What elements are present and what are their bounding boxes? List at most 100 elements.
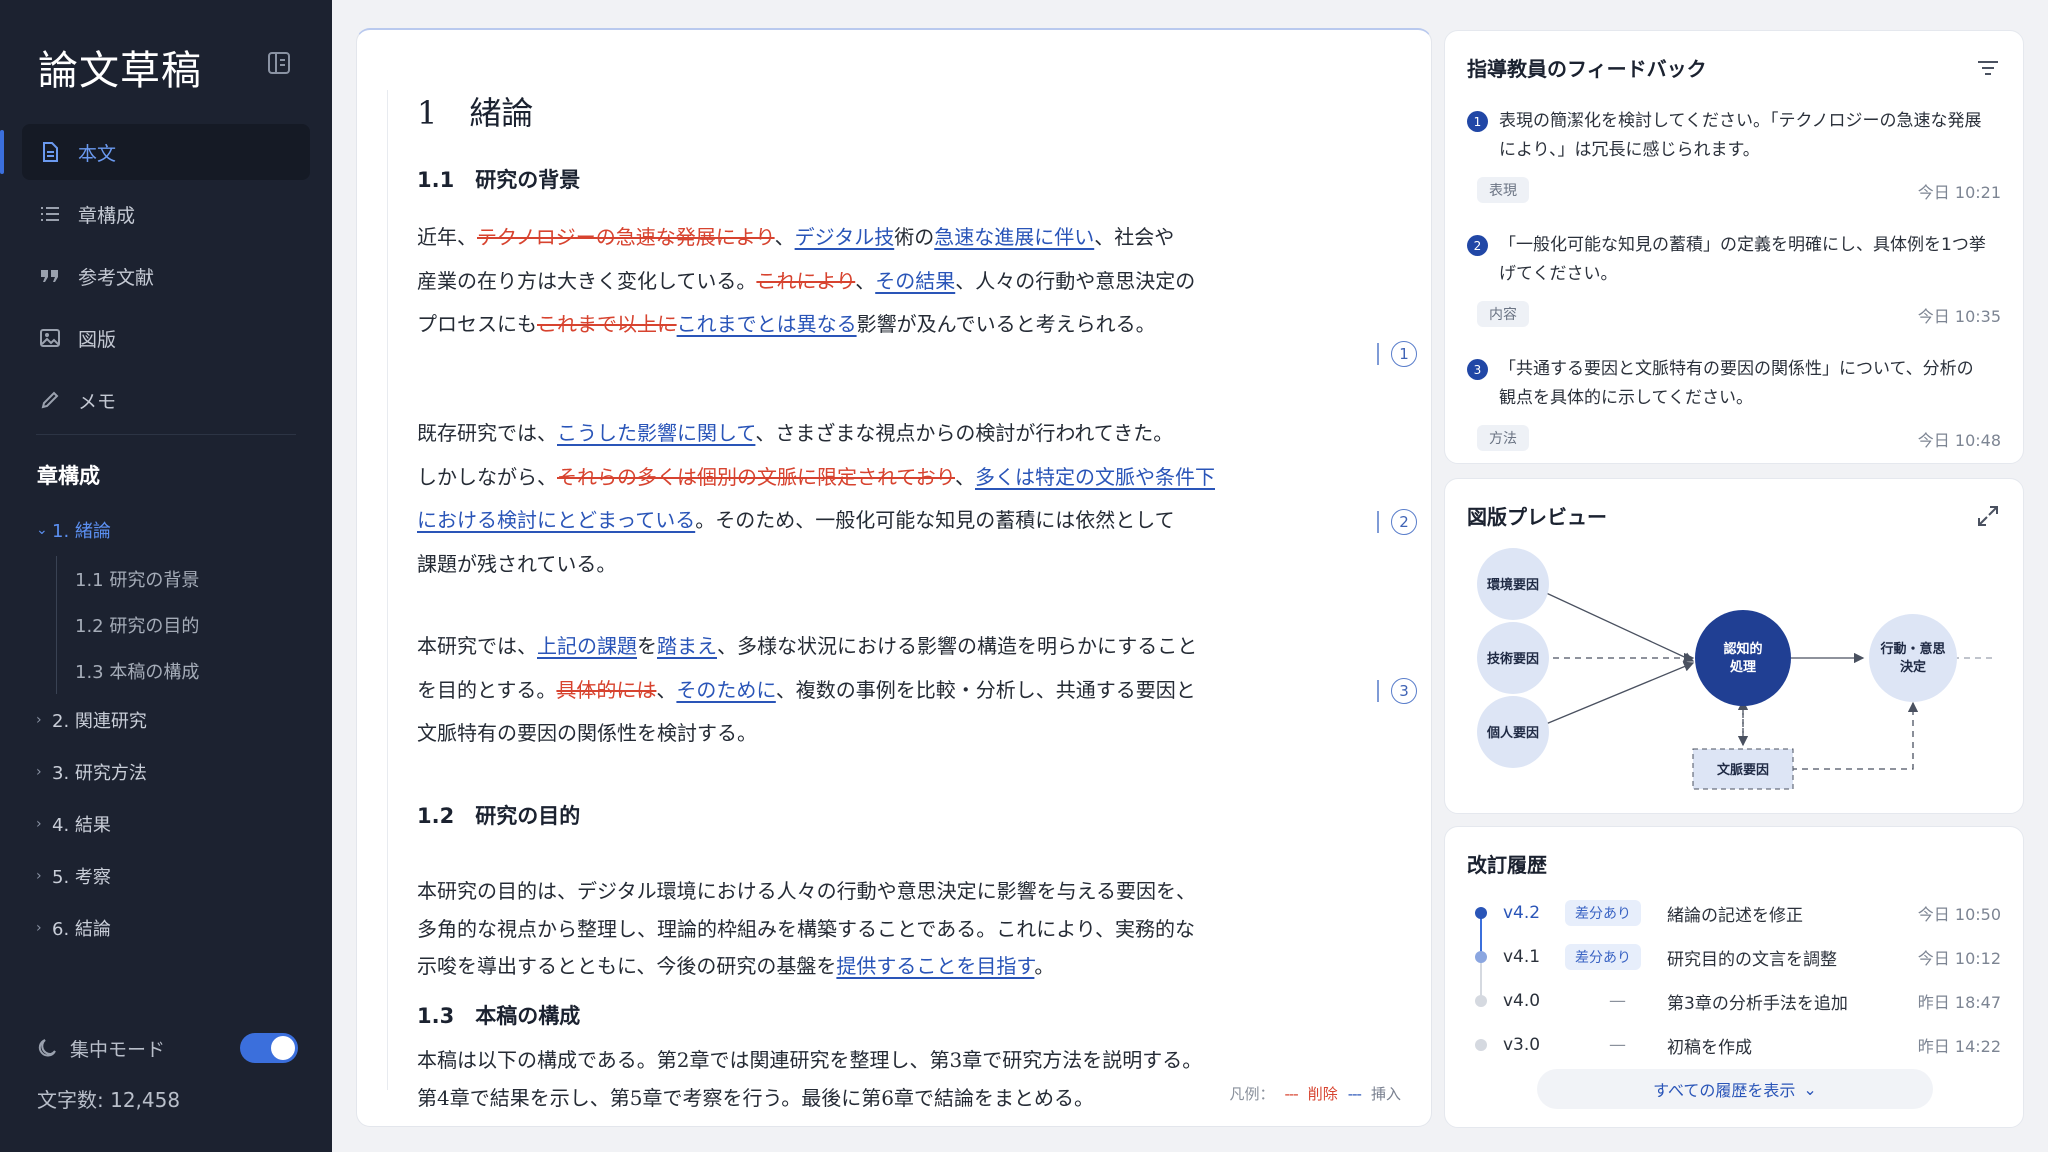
inserted-text[interactable]: デジタル技 [795, 225, 895, 249]
toc-subitem[interactable]: 1.2 研究の目的 [56, 602, 316, 648]
section-heading: 1.1 研究の背景 [417, 168, 581, 192]
revision-description: 初稿を作成 [1667, 1037, 1752, 1058]
figure-diagram[interactable]: 環境要因 技術要因 個人要因 認知的 処理 行動・意思 決定 文脈要因 [1445, 479, 2023, 813]
toc-subitem[interactable]: 1.1 研究の背景 [56, 556, 316, 602]
nav-item-label: 図版 [78, 328, 117, 351]
sidebar: 論文草稿 本文 章構成 参考文献 図版 メモ 章構成 ⌄ 1. 緒論 1.1 研… [0, 0, 332, 1152]
chevron-down-icon: ⌄ [36, 522, 48, 538]
deleted-text[interactable]: テクノロジーの急速な発展により [477, 225, 775, 249]
toc-item-discussion[interactable]: › 5. 考察 [36, 850, 316, 902]
focus-mode-row: 集中モード [36, 1030, 298, 1066]
document-editor[interactable]: 1 緒論 1.1 研究の背景 近年、テクノロジーの急速な発展により、デジタル技術… [356, 28, 1432, 1127]
figure-preview-panel: 図版プレビュー 環境要因 技術要因 個人要因 認知的 処理 行動・意思 決定 文… [1444, 478, 2024, 814]
inserted-text[interactable]: その結果 [875, 269, 955, 293]
deleted-mark: --- [1284, 1084, 1298, 1103]
feedback-item[interactable]: 1 表現の簡潔化を検討してください。「テクノロジーの急速な発展により、」は冗長に… [1467, 107, 2001, 203]
nav-item-memo[interactable]: メモ [22, 372, 310, 428]
collapse-sidebar-icon[interactable] [266, 50, 292, 76]
category-tag: 内容 [1477, 301, 1529, 327]
chevron-right-icon: › [36, 920, 42, 936]
timeline-dot [1475, 907, 1487, 919]
toc-subitem[interactable]: 1.3 本稿の構成 [56, 648, 316, 694]
inserted-text[interactable]: における検討にとどまっている [417, 508, 695, 532]
revision-row[interactable]: v4.2 差分あり 緒論の記述を修正 今日 10:50 [1467, 895, 2001, 931]
revision-version: v4.2 [1503, 903, 1541, 923]
show-all-history-button[interactable]: すべての履歴を表示 ⌄ [1537, 1069, 1933, 1109]
svg-text:処理: 処理 [1729, 659, 1756, 675]
no-diff-mark: — [1609, 1035, 1626, 1055]
revision-row[interactable]: v4.0 — 第3章の分析手法を追加 昨日 18:47 [1467, 983, 2001, 1019]
quote-icon [38, 264, 62, 288]
toc-item-conclusion[interactable]: › 6. 結論 [36, 902, 316, 954]
toc-item-related-work[interactable]: › 2. 関連研究 [36, 694, 316, 746]
char-count: 文字数: 12,458 [37, 1088, 181, 1112]
node-action-decision[interactable]: 行動・意思 決定 [1869, 614, 1957, 702]
revision-row[interactable]: v3.0 — 初稿を作成 昨日 14:22 [1467, 1027, 2001, 1063]
inserted-text[interactable]: 上記の課題 [537, 634, 637, 658]
svg-text:決定: 決定 [1900, 659, 1926, 675]
toc-item-method[interactable]: › 3. 研究方法 [36, 746, 316, 798]
deleted-text[interactable]: それらの多くは個別の文脈に限定されており [557, 465, 955, 489]
toc-item-results[interactable]: › 4. 結果 [36, 798, 316, 850]
revision-row[interactable]: v4.1 差分あり 研究目的の文言を調整 今日 10:12 [1467, 939, 2001, 975]
feedback-marker[interactable]: 2 [1377, 507, 1431, 537]
revision-description: 第3章の分析手法を追加 [1667, 993, 1848, 1014]
feedback-time: 今日 10:48 [1917, 431, 2001, 450]
inserted-text[interactable]: 踏まえ [657, 634, 717, 658]
node-technology[interactable]: 技術要因 [1477, 622, 1549, 694]
inserted-text[interactable]: これまでとは異なる [677, 312, 857, 336]
node-context[interactable]: 文脈要因 [1692, 748, 1794, 790]
toc-label: 4. 結果 [52, 815, 111, 836]
paragraph[interactable]: 本研究では、上記の課題を踏まえ、多様な状況における影響の構造を明らかにすること … [417, 625, 1277, 756]
timeline-dot [1475, 951, 1487, 963]
paragraph[interactable]: 本研究の目的は、デジタル環境における人々の行動や意思決定に影響を与える要因を、 … [417, 873, 1277, 986]
diff-badge[interactable]: 差分あり [1565, 944, 1641, 970]
revision-time: 昨日 14:22 [1917, 1037, 2001, 1056]
revision-description: 緒論の記述を修正 [1667, 905, 1803, 926]
document-icon [38, 140, 62, 164]
panel-title: 指導教員のフィードバック [1467, 57, 1707, 81]
deleted-text[interactable]: 具体的には [556, 678, 656, 702]
feedback-number: 3 [1467, 359, 1488, 380]
inserted-text[interactable]: 急速な進展に伴い [934, 225, 1094, 249]
nav-item-structure[interactable]: 章構成 [22, 186, 310, 242]
feedback-item[interactable]: 3 「共通する要因と文脈特有の要因の関係性」について、分析の観点を具体的に示して… [1467, 355, 2001, 451]
timeline-dot [1475, 995, 1487, 1007]
change-legend: 凡例： --- 削除 --- 挿入 [1229, 1084, 1401, 1104]
paragraph[interactable]: 近年、テクノロジーの急速な発展により、デジタル技術の急速な進展に伴い、社会や 産… [417, 216, 1277, 347]
nav-item-body[interactable]: 本文 [0, 124, 310, 180]
nav-item-figures[interactable]: 図版 [22, 310, 310, 366]
deleted-text[interactable]: これにより [756, 269, 855, 293]
deleted-text[interactable]: これまで以上に [537, 312, 677, 336]
node-personal[interactable]: 個人要因 [1477, 696, 1549, 768]
focus-mode-toggle[interactable] [240, 1033, 298, 1063]
feedback-marker[interactable]: 1 [1377, 339, 1431, 369]
inserted-text[interactable]: 提供することを目指す [836, 954, 1034, 978]
inserted-text[interactable]: 多くは特定の文脈や条件下 [975, 465, 1215, 489]
filter-icon[interactable] [1975, 55, 2001, 81]
toc-item-introduction[interactable]: ⌄ 1. 緒論 [36, 504, 316, 556]
paragraph[interactable]: 既存研究では、こうした影響に関して、さまざまな視点からの検討が行われてきた。 し… [417, 412, 1277, 586]
section-heading: 1.2 研究の目的 [417, 804, 581, 828]
nav-item-label: メモ [78, 390, 117, 413]
node-environment[interactable]: 環境要因 [1477, 548, 1549, 620]
moon-icon [38, 1039, 56, 1057]
inserted-text[interactable]: そのために [676, 678, 775, 702]
feedback-time: 今日 10:21 [1917, 183, 2001, 202]
panel-title: 改訂履歴 [1467, 853, 1547, 877]
feedback-marker[interactable]: 3 [1377, 676, 1431, 706]
paragraph[interactable]: 本稿は以下の構成である。第2章では関連研究を整理し、第3章で研究方法を説明する。… [417, 1042, 1277, 1117]
feedback-panel: 指導教員のフィードバック 1 表現の簡潔化を検討してください。「テクノロジーの急… [1444, 30, 2024, 464]
main-nav: 本文 章構成 参考文献 図版 メモ [0, 124, 310, 434]
nav-item-references[interactable]: 参考文献 [22, 248, 310, 304]
revision-version: v4.0 [1503, 991, 1541, 1011]
feedback-item[interactable]: 2 「一般化可能な知見の蓄積」の定義を明確にし、具体例を1つ挙げてください。 内… [1467, 231, 2001, 327]
inserted-text[interactable]: こうした影響に関して [557, 421, 755, 445]
node-cognitive-processing[interactable]: 認知的 処理 [1695, 610, 1791, 706]
diff-badge[interactable]: 差分あり [1565, 900, 1641, 926]
toc-label: 2. 関連研究 [52, 711, 147, 732]
svg-text:文脈要因: 文脈要因 [1717, 762, 1769, 778]
category-tag: 表現 [1477, 177, 1529, 203]
chevron-right-icon: › [36, 868, 42, 884]
toc: ⌄ 1. 緒論 1.1 研究の背景 1.2 研究の目的 1.3 本稿の構成 › … [36, 504, 316, 954]
